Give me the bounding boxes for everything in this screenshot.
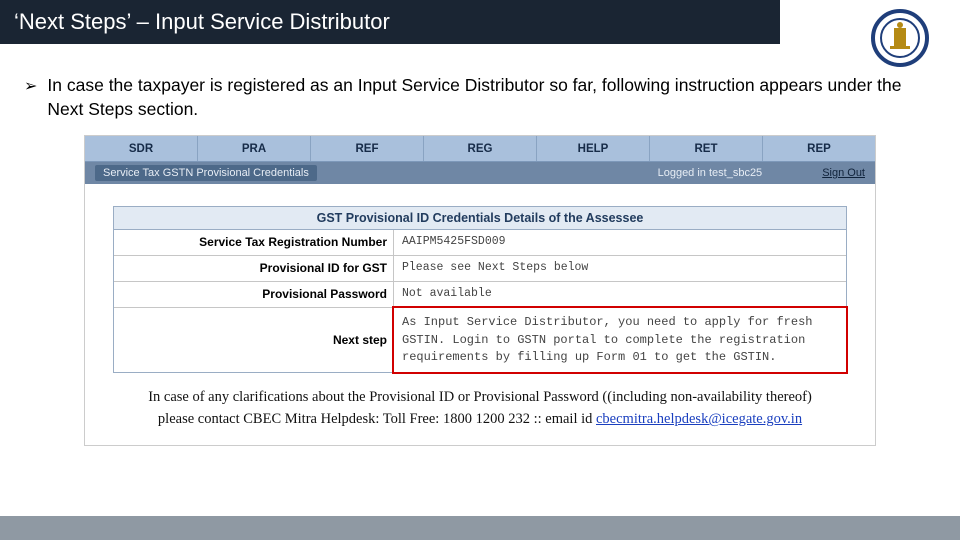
- value-provisional-id: Please see Next Steps below: [394, 256, 846, 281]
- label-provisional-id: Provisional ID for GST: [114, 256, 394, 281]
- label-next-step: Next step: [114, 308, 394, 372]
- table-row: Next step As Input Service Distributor, …: [114, 308, 846, 372]
- next-step-highlight: As Input Service Distributor, you need t…: [392, 306, 848, 374]
- breadcrumb: Service Tax GSTN Provisional Credentials: [95, 165, 317, 181]
- slide-title: ‘Next Steps’ – Input Service Distributor: [0, 0, 780, 44]
- nav-tab-ref[interactable]: REF: [311, 136, 424, 161]
- label-reg-number: Service Tax Registration Number: [114, 230, 394, 255]
- nav-tab-help[interactable]: HELP: [537, 136, 650, 161]
- nav-tab-pra[interactable]: PRA: [198, 136, 311, 161]
- nav-tabs: SDR PRA REF REG HELP RET REP: [85, 136, 875, 162]
- app-screenshot: SDR PRA REF REG HELP RET REP Service Tax…: [84, 135, 876, 446]
- table-row: Provisional Password Not available: [114, 282, 846, 308]
- sign-out-link[interactable]: Sign Out: [822, 167, 865, 179]
- bullet-arrow-icon: ➢: [24, 76, 37, 98]
- panel-header: GST Provisional ID Credentials Details o…: [113, 206, 847, 230]
- value-next-step: As Input Service Distributor, you need t…: [402, 314, 838, 366]
- footnote-line1: In case of any clarifications about the …: [148, 389, 812, 405]
- nav-tab-sdr[interactable]: SDR: [85, 136, 198, 161]
- logged-in-user: Logged in test_sbc25: [658, 167, 763, 179]
- table-row: Provisional ID for GST Please see Next S…: [114, 256, 846, 282]
- bullet-row: ➢ In case the taxpayer is registered as …: [24, 74, 936, 121]
- label-provisional-password: Provisional Password: [114, 282, 394, 307]
- cbec-logo: [870, 8, 930, 68]
- value-provisional-password: Not available: [394, 282, 846, 307]
- status-bar: Service Tax GSTN Provisional Credentials…: [85, 162, 875, 184]
- footnote-line2: please contact CBEC Mitra Helpdesk: Toll…: [158, 411, 596, 427]
- helpdesk-email-link[interactable]: cbecmitra.helpdesk@icegate.gov.in: [596, 411, 802, 427]
- slide-footer-bar: [0, 516, 960, 540]
- helpdesk-note: In case of any clarifications about the …: [113, 387, 847, 431]
- table-row: Service Tax Registration Number AAIPM542…: [114, 230, 846, 256]
- value-reg-number: AAIPM5425FSD009: [394, 230, 846, 255]
- nav-tab-reg[interactable]: REG: [424, 136, 537, 161]
- nav-tab-ret[interactable]: RET: [650, 136, 763, 161]
- nav-tab-rep[interactable]: REP: [763, 136, 875, 161]
- details-table: Service Tax Registration Number AAIPM542…: [113, 230, 847, 373]
- bullet-text: In case the taxpayer is registered as an…: [47, 74, 936, 121]
